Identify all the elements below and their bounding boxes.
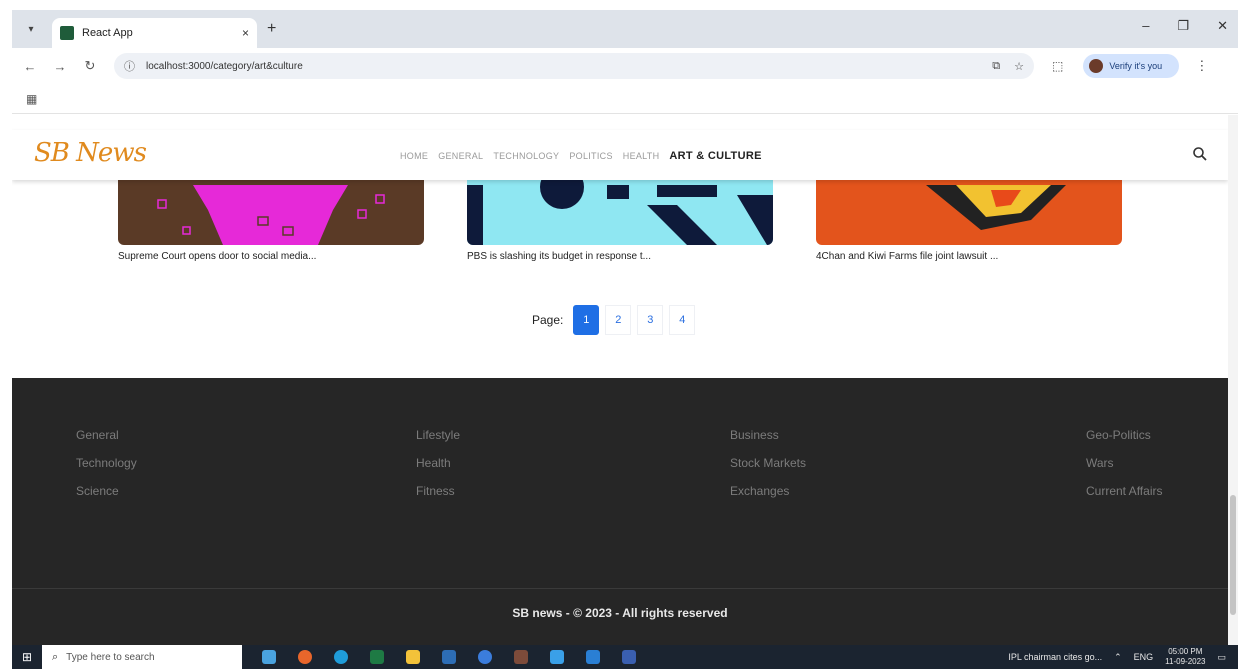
system-clock[interactable]: 05:00 PM 11-09-2023 [1165,647,1205,667]
site-footer: General Technology Science Lifestyle Hea… [12,378,1228,645]
search-icon[interactable] [1192,146,1208,162]
pagination-label: Page: [532,313,564,327]
tab-search-chevron-icon[interactable]: ▾ [20,18,42,40]
menu-kebab-icon[interactable]: ⋮ [1195,58,1208,74]
firefox-icon[interactable] [298,650,312,664]
site-header: SB News HOME GENERAL TECHNOLOGY POLITICS… [12,130,1228,180]
main-nav: HOME GENERAL TECHNOLOGY POLITICS HEALTH … [400,150,762,162]
window-controls: – ❐ ✕ [1142,18,1228,34]
footer-column: Lifestyle Health Fitness [416,428,460,498]
screen: ▾ React App × + – ❐ ✕ ← → ↻ ⓘ localhost:… [0,0,1242,669]
address-bar[interactable]: ⓘ localhost:3000/category/art&culture ⧉ … [114,53,1034,79]
task-view-icon[interactable] [262,650,276,664]
news-card-title[interactable]: PBS is slashing its budget in response t… [467,251,773,262]
forward-arrow-icon[interactable]: → [48,59,72,74]
react-favicon-icon [60,26,74,40]
tray-chevron-icon[interactable]: ⌃ [1114,652,1122,663]
vscode-icon[interactable] [586,650,600,664]
footer-divider [12,588,1228,589]
bookmark-star-icon[interactable]: ☆ [1014,60,1024,73]
scrollbar-thumb[interactable] [1230,495,1236,615]
system-tray: IPL chairman cites go... ⌃ ENG 05:00 PM … [1008,645,1226,669]
avatar [1089,59,1104,73]
nav-home[interactable]: HOME [400,151,428,162]
nav-general[interactable]: GENERAL [438,151,483,162]
tab-close-icon[interactable]: × [242,26,249,40]
footer-link[interactable]: General [76,428,137,442]
extensions-icon[interactable]: ⬚ [1052,59,1063,73]
footer-link[interactable]: Science [76,484,137,498]
footer-link[interactable]: Fitness [416,484,460,498]
store-icon[interactable] [442,650,456,664]
language-indicator[interactable]: ENG [1134,652,1154,662]
footer-link[interactable]: Wars [1086,456,1162,470]
news-widget[interactable]: IPL chairman cites go... [1008,652,1102,662]
profile-button[interactable]: Verify it's you [1083,54,1180,78]
notifications-icon[interactable]: ▭ [1217,652,1226,663]
close-window-icon[interactable]: ✕ [1217,18,1228,34]
onedrive-icon[interactable] [550,650,564,664]
browser-toolbar: ← → ↻ ⓘ localhost:3000/category/art&cult… [12,48,1238,84]
footer-column: Business Stock Markets Exchanges [730,428,806,498]
footer-link[interactable]: Business [730,428,806,442]
taskbar-apps [262,650,636,664]
footer-link[interactable]: Lifestyle [416,428,460,442]
clock-date: 11-09-2023 [1165,657,1206,666]
footer-column: Geo-Politics Wars Current Affairs [1086,428,1162,498]
page-scrollbar[interactable] [1228,115,1238,645]
page-button-4[interactable]: 4 [669,305,696,335]
edge-icon[interactable] [334,650,348,664]
nav-technology[interactable]: TECHNOLOGY [493,151,559,162]
back-arrow-icon[interactable]: ← [18,59,42,74]
chrome-icon[interactable] [478,650,492,664]
excel-icon[interactable] [370,650,384,664]
app-icon[interactable] [622,650,636,664]
footer-column: General Technology Science [76,428,137,498]
browser-tab-strip: ▾ React App × + – ❐ ✕ [12,10,1238,48]
site-info-icon[interactable]: ⓘ [124,58,138,74]
footer-link[interactable]: Health [416,456,460,470]
pagination: Page: 1 2 3 4 [532,305,696,335]
news-card-title[interactable]: Supreme Court opens door to social media… [118,251,424,262]
taskbar-search-input[interactable]: ⌕ Type here to search [42,645,242,669]
page-button-3[interactable]: 3 [637,305,664,335]
copyright-text: SB news - © 2023 - All rights reserved [512,606,728,620]
site-logo[interactable]: SB News [34,138,147,168]
footer-link[interactable]: Exchanges [730,484,806,498]
apps-grid-icon[interactable]: ▦ [26,92,37,106]
page-button-2[interactable]: 2 [605,305,632,335]
nav-politics[interactable]: POLITICS [569,151,612,162]
footer-link[interactable]: Geo-Politics [1086,428,1162,442]
profile-label: Verify it's you [1109,61,1163,71]
page-button-1[interactable]: 1 [573,305,600,335]
footer-link[interactable]: Technology [76,456,137,470]
reload-icon[interactable]: ↻ [78,58,102,74]
browser-tab[interactable]: React App × [52,18,257,48]
app-icon[interactable] [514,650,528,664]
install-app-icon[interactable]: ⧉ [992,60,1000,73]
url-text[interactable]: localhost:3000/category/art&culture [146,61,992,72]
bookmarks-bar: ▦ [12,84,1238,114]
footer-link[interactable]: Current Affairs [1086,484,1162,498]
page-viewport: SB News HOME GENERAL TECHNOLOGY POLITICS… [12,115,1228,645]
clock-time: 05:00 PM [1168,647,1203,656]
tab-title: React App [82,27,133,39]
nav-health[interactable]: HEALTH [623,151,660,162]
file-explorer-icon[interactable] [406,650,420,664]
os-taskbar: ⊞ ⌕ Type here to search IPL chairman cit… [12,645,1238,669]
windows-start-icon[interactable]: ⊞ [12,650,42,664]
nav-art-culture[interactable]: ART & CULTURE [669,150,761,162]
search-icon: ⌕ [52,650,59,663]
footer-link[interactable]: Stock Markets [730,456,806,470]
taskbar-search-placeholder: Type here to search [66,651,155,663]
news-card-title[interactable]: 4Chan and Kiwi Farms file joint lawsuit … [816,251,1122,262]
restore-icon[interactable]: ❐ [1177,18,1189,34]
minimize-icon[interactable]: – [1142,18,1149,34]
new-tab-button[interactable]: + [267,20,276,38]
